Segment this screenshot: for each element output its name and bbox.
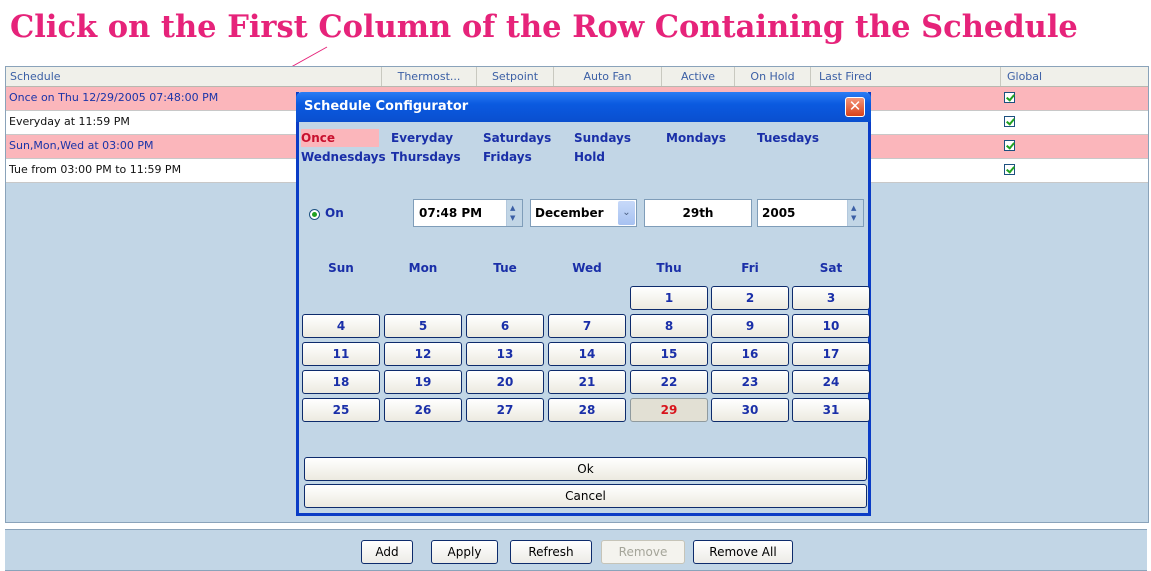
cancel-button[interactable]: Cancel [304,484,867,508]
dialog-titlebar[interactable]: Schedule Configurator ✕ [296,92,871,122]
apply-button[interactable]: Apply [431,540,498,564]
spin-up-icon[interactable]: ▲ [851,205,856,212]
schedule-cell[interactable]: Sun,Mon,Wed at 03:00 PM [9,135,153,157]
frequency-fridays[interactable]: Fridays [483,148,532,166]
month-value: December [535,206,604,220]
year-value: 2005 [762,206,796,220]
weekday-label: Wed [572,261,602,275]
column-header-last-fired[interactable]: Last Fired [811,67,1001,86]
calendar-day[interactable]: 8 [630,314,708,338]
time-value: 07:48 PM [419,206,483,220]
dialog-title: Schedule Configurator [304,99,469,114]
calendar-day[interactable]: 9 [711,314,789,338]
calendar-day[interactable]: 5 [384,314,462,338]
ok-button[interactable]: Ok [304,457,867,481]
calendar-day[interactable]: 20 [466,370,544,394]
calendar-day[interactable]: 12 [384,342,462,366]
month-select[interactable]: December ⌄ [530,199,637,227]
calendar-day[interactable]: 19 [384,370,462,394]
time-spin-buttons[interactable]: ▲ ▼ [506,200,522,226]
calendar-day[interactable]: 30 [711,398,789,422]
schedule-cell[interactable]: Once on Thu 12/29/2005 07:48:00 PM [9,87,218,109]
calendar-day[interactable]: 25 [302,398,380,422]
weekday-label: Tue [493,261,517,275]
button-bar: Add Apply Refresh Remove Remove All [5,529,1147,571]
weekday-label: Mon [408,261,438,275]
table-header: Schedule Thermost... Setpoint Auto Fan A… [6,67,1148,87]
frequency-hold[interactable]: Hold [574,148,605,166]
calendar-day[interactable]: 10 [792,314,870,338]
schedule-configurator-dialog: Schedule Configurator ✕ Once Everyday Sa… [296,92,871,516]
frequency-wednesdays[interactable]: Wednesdays [301,148,386,166]
remove-button: Remove [601,540,685,564]
calendar-day[interactable]: 24 [792,370,870,394]
frequency-mondays[interactable]: Mondays [666,129,726,147]
column-header-auto-fan[interactable]: Auto Fan [554,67,662,86]
calendar-day[interactable]: 14 [548,342,626,366]
global-checkbox[interactable] [1004,164,1015,175]
calendar-day[interactable]: 16 [711,342,789,366]
calendar-day[interactable]: 7 [548,314,626,338]
calendar-day[interactable]: 22 [630,370,708,394]
instruction-banner: Click on the First Column of the Row Con… [10,9,1078,45]
calendar-day-today[interactable]: 29 [630,398,708,422]
calendar-day[interactable]: 31 [792,398,870,422]
add-button[interactable]: Add [361,540,413,564]
calendar-day[interactable]: 26 [384,398,462,422]
global-checkbox[interactable] [1004,116,1015,127]
column-header-schedule[interactable]: Schedule [6,67,382,86]
schedule-cell[interactable]: Everyday at 11:59 PM [9,111,130,133]
global-checkbox[interactable] [1004,140,1015,151]
column-header-thermostat[interactable]: Thermost... [382,67,477,86]
calendar-day[interactable]: 4 [302,314,380,338]
column-header-global[interactable]: Global [1001,67,1148,86]
calendar-day[interactable]: 23 [711,370,789,394]
calendar-day[interactable]: 17 [792,342,870,366]
chevron-down-icon[interactable]: ⌄ [618,201,635,225]
global-checkbox[interactable] [1004,92,1015,103]
calendar-day[interactable]: 2 [711,286,789,310]
weekday-label: Fri [741,261,759,275]
weekday-label: Sun [328,261,354,275]
frequency-once[interactable]: Once [301,129,379,147]
column-header-setpoint[interactable]: Setpoint [477,67,554,86]
day-value: 29th [682,206,714,220]
remove-all-button[interactable]: Remove All [693,540,793,564]
frequency-sundays[interactable]: Sundays [574,129,631,147]
day-field[interactable]: 29th [644,199,752,227]
weekday-label: Thu [656,261,682,275]
close-icon[interactable]: ✕ [845,97,865,117]
weekday-label: Sat [819,261,843,275]
frequency-thursdays[interactable]: Thursdays [391,148,461,166]
calendar-day[interactable]: 27 [466,398,544,422]
on-label: On [325,206,344,220]
year-spin-buttons[interactable]: ▲ ▼ [847,200,863,226]
spin-up-icon[interactable]: ▲ [510,205,515,212]
year-spinner[interactable]: 2005 ▲ ▼ [757,199,864,227]
calendar-day[interactable]: 21 [548,370,626,394]
calendar-day[interactable]: 11 [302,342,380,366]
calendar-day[interactable]: 18 [302,370,380,394]
frequency-tuesdays[interactable]: Tuesdays [757,129,819,147]
calendar-day[interactable]: 1 [630,286,708,310]
calendar-day[interactable]: 3 [792,286,870,310]
column-header-on-hold[interactable]: On Hold [735,67,811,86]
column-header-active[interactable]: Active [662,67,735,86]
refresh-button[interactable]: Refresh [510,540,592,564]
frequency-everyday[interactable]: Everyday [391,129,453,147]
spin-down-icon[interactable]: ▼ [851,215,856,222]
calendar-day[interactable]: 13 [466,342,544,366]
frequency-saturdays[interactable]: Saturdays [483,129,551,147]
on-radio[interactable] [309,209,320,220]
spin-down-icon[interactable]: ▼ [510,215,515,222]
time-spinner[interactable]: 07:48 PM ▲ ▼ [413,199,523,227]
calendar-day[interactable]: 15 [630,342,708,366]
schedule-cell[interactable]: Tue from 03:00 PM to 11:59 PM [9,159,181,181]
calendar-day[interactable]: 6 [466,314,544,338]
calendar-day[interactable]: 28 [548,398,626,422]
